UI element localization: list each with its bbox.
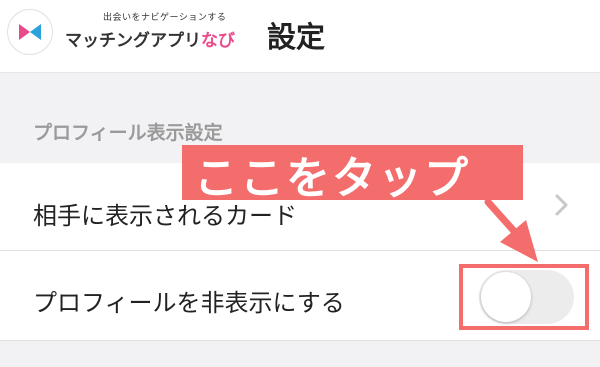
page-title: 設定: [267, 20, 326, 54]
logo-wordmark[interactable]: マッチングアプリなび: [65, 26, 235, 51]
logo-text-main: マッチングアプリ: [65, 31, 201, 51]
logo-icon[interactable]: [7, 9, 53, 55]
setting-row-label: プロフィールを非表示にする: [33, 289, 345, 317]
annotation-highlight-box: [459, 264, 589, 330]
section-header: プロフィール表示設定: [33, 122, 223, 144]
annotation-callout-text: ここをタップ: [194, 153, 470, 204]
chevron-right-icon: [555, 194, 568, 216]
app-header: 出会いをナビゲーションする マッチングアプリなび 設定: [0, 0, 600, 73]
logo-tagline: 出会いをナビゲーションする: [103, 13, 227, 23]
logo-text-accent: なび: [201, 31, 235, 51]
